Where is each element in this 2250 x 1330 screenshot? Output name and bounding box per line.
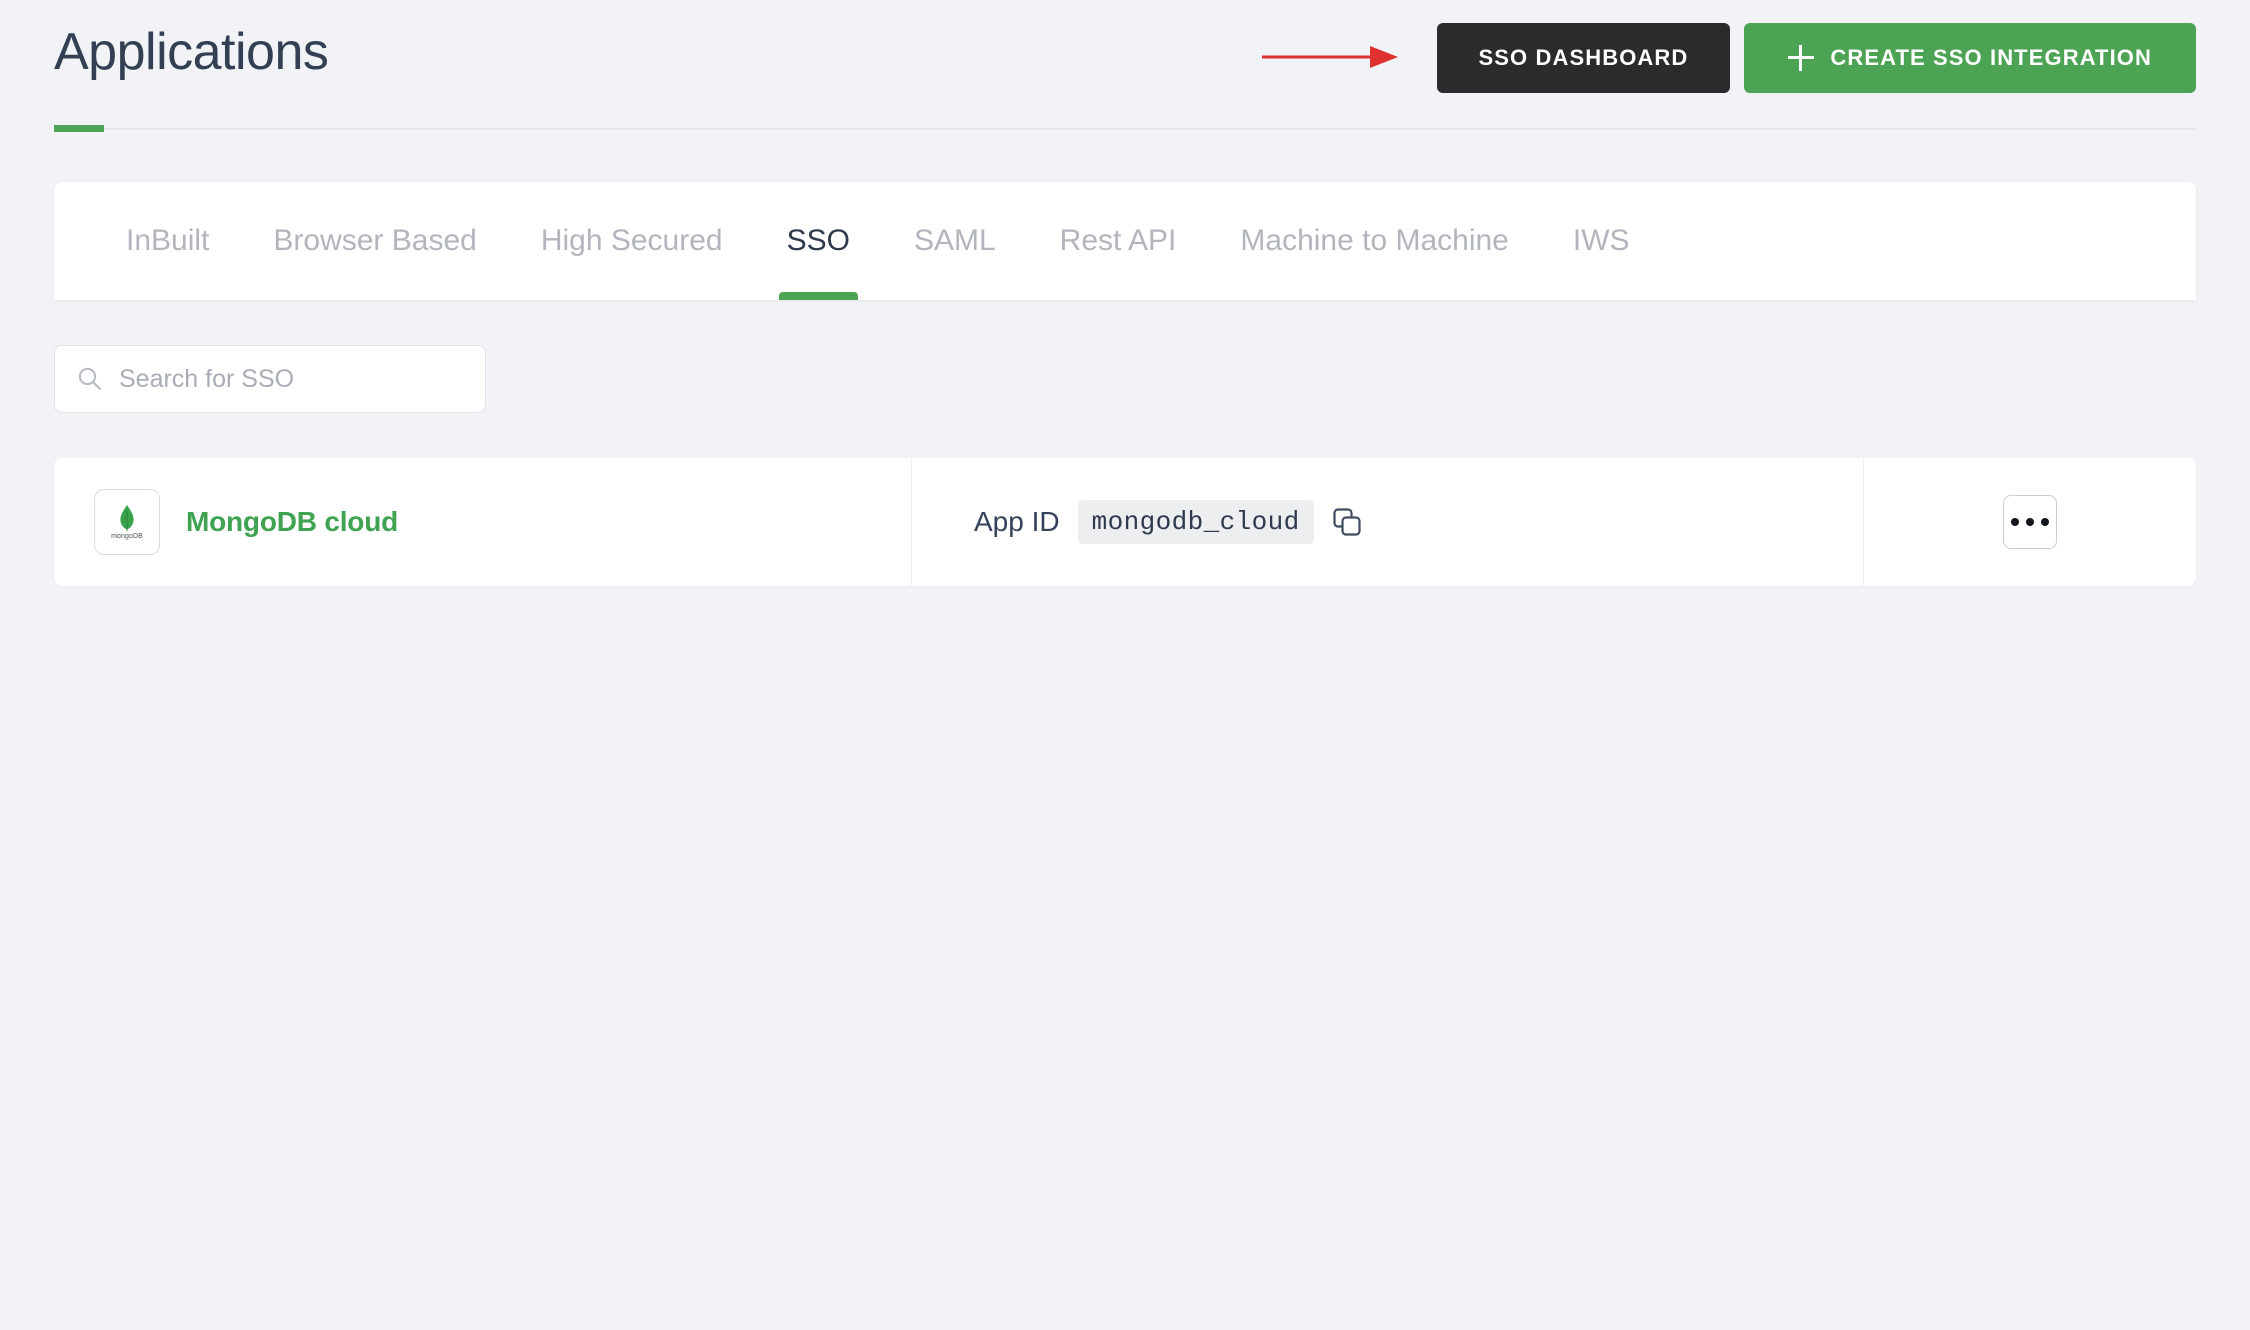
ellipsis-icon-dot-2	[2026, 518, 2034, 526]
tab-inbuilt[interactable]: InBuilt	[94, 182, 241, 300]
tab-machine-to-machine-label: Machine to Machine	[1240, 224, 1509, 257]
avatar: mongoDB	[94, 489, 160, 555]
tab-high-secured[interactable]: High Secured	[509, 182, 755, 300]
tab-iws-label: IWS	[1572, 224, 1630, 257]
row-appid-cell: App ID mongodb_cloud	[912, 458, 1864, 586]
header-actions: SSO DASHBOARD CREATE SSO INTEGRATION	[1436, 23, 2196, 93]
title-divider	[54, 128, 2196, 130]
ellipsis-icon-dot-3	[2041, 518, 2049, 526]
tab-iws[interactable]: IWS	[1541, 182, 1662, 300]
tab-browser-based[interactable]: Browser Based	[241, 182, 508, 300]
tab-rest-api[interactable]: Rest API	[1028, 182, 1209, 300]
sso-dashboard-button[interactable]: SSO DASHBOARD	[1436, 23, 1731, 93]
tab-saml[interactable]: SAML	[882, 182, 1028, 300]
app-id-label: App ID	[974, 506, 1060, 537]
table-row: mongoDB MongoDB cloud App ID mongodb_clo…	[54, 458, 2196, 586]
annotation-arrow-icon	[1262, 46, 1398, 68]
tabs-list: InBuilt Browser Based High Secured SSO S…	[54, 182, 1662, 300]
app-id-value: mongodb_cloud	[1077, 500, 1314, 544]
tab-machine-to-machine[interactable]: Machine to Machine	[1208, 182, 1540, 300]
mongodb-leaf-icon	[120, 504, 134, 531]
applications-page: Applications SSO DASHBOARD CREATE SSO IN…	[0, 0, 2250, 1330]
row-menu-button[interactable]	[2003, 495, 2057, 549]
mongodb-wordmark: mongoDB	[111, 532, 143, 540]
search-input[interactable]	[119, 364, 485, 394]
tab-saml-label: SAML	[913, 224, 996, 257]
create-sso-integration-button[interactable]: CREATE SSO INTEGRATION	[1744, 23, 2196, 93]
tab-sso-label: SSO	[786, 224, 850, 257]
create-sso-integration-label: CREATE SSO INTEGRATION	[1830, 45, 2152, 70]
page-title: Applications	[54, 23, 329, 81]
tab-browser-based-label: Browser Based	[273, 224, 477, 257]
tab-high-secured-label: High Secured	[540, 224, 723, 257]
search-box[interactable]	[54, 345, 486, 413]
row-actions-cell	[1864, 458, 2196, 586]
row-app-cell: mongoDB MongoDB cloud	[54, 458, 912, 586]
page-header: Applications SSO DASHBOARD CREATE SSO IN…	[0, 0, 2250, 132]
plus-icon	[1788, 45, 1815, 71]
tab-rest-api-label: Rest API	[1059, 224, 1177, 257]
copy-icon[interactable]	[1332, 507, 1362, 537]
tab-inbuilt-label: InBuilt	[126, 224, 210, 257]
ellipsis-icon-dot-1	[2011, 518, 2019, 526]
title-accent-bar	[54, 125, 104, 132]
tab-sso[interactable]: SSO	[755, 182, 882, 300]
tabs-card: InBuilt Browser Based High Secured SSO S…	[54, 182, 2196, 300]
search-icon	[78, 367, 101, 390]
app-name-link[interactable]: MongoDB cloud	[186, 506, 398, 538]
